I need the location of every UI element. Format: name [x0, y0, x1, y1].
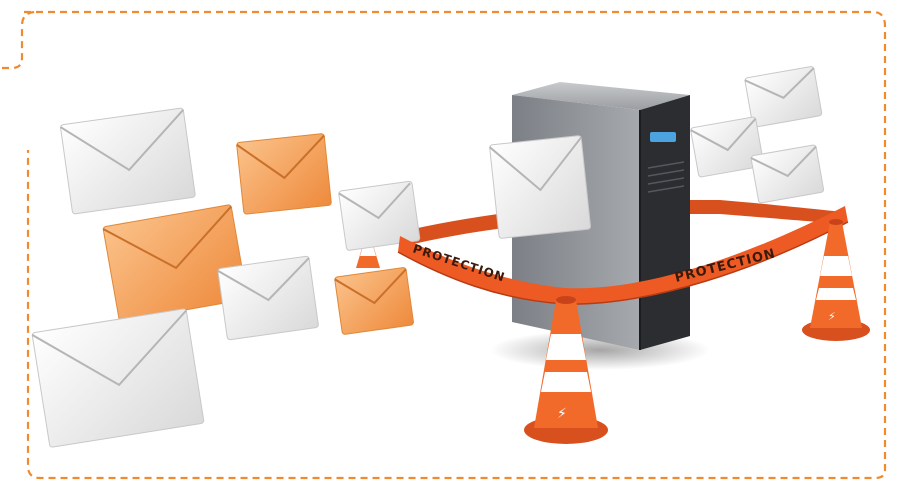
envelope-white-top-left — [59, 107, 196, 215]
envelope-white-right-top — [744, 66, 823, 128]
envelope-white-bottom-left — [31, 308, 205, 448]
email-protection-illustration: PROTECTION PROTECTION ⚡ ⚡ — [2, 10, 887, 480]
cone-runner-logo: ⚡ — [557, 406, 567, 422]
cone-runner-logo-right: ⚡ — [828, 310, 836, 323]
envelope-orange-small-bottom — [334, 267, 414, 335]
server-status-led — [650, 132, 676, 142]
envelope-white-on-server — [489, 135, 591, 239]
envelope-orange-small-top — [236, 133, 332, 215]
envelope-white-mid — [217, 255, 319, 341]
